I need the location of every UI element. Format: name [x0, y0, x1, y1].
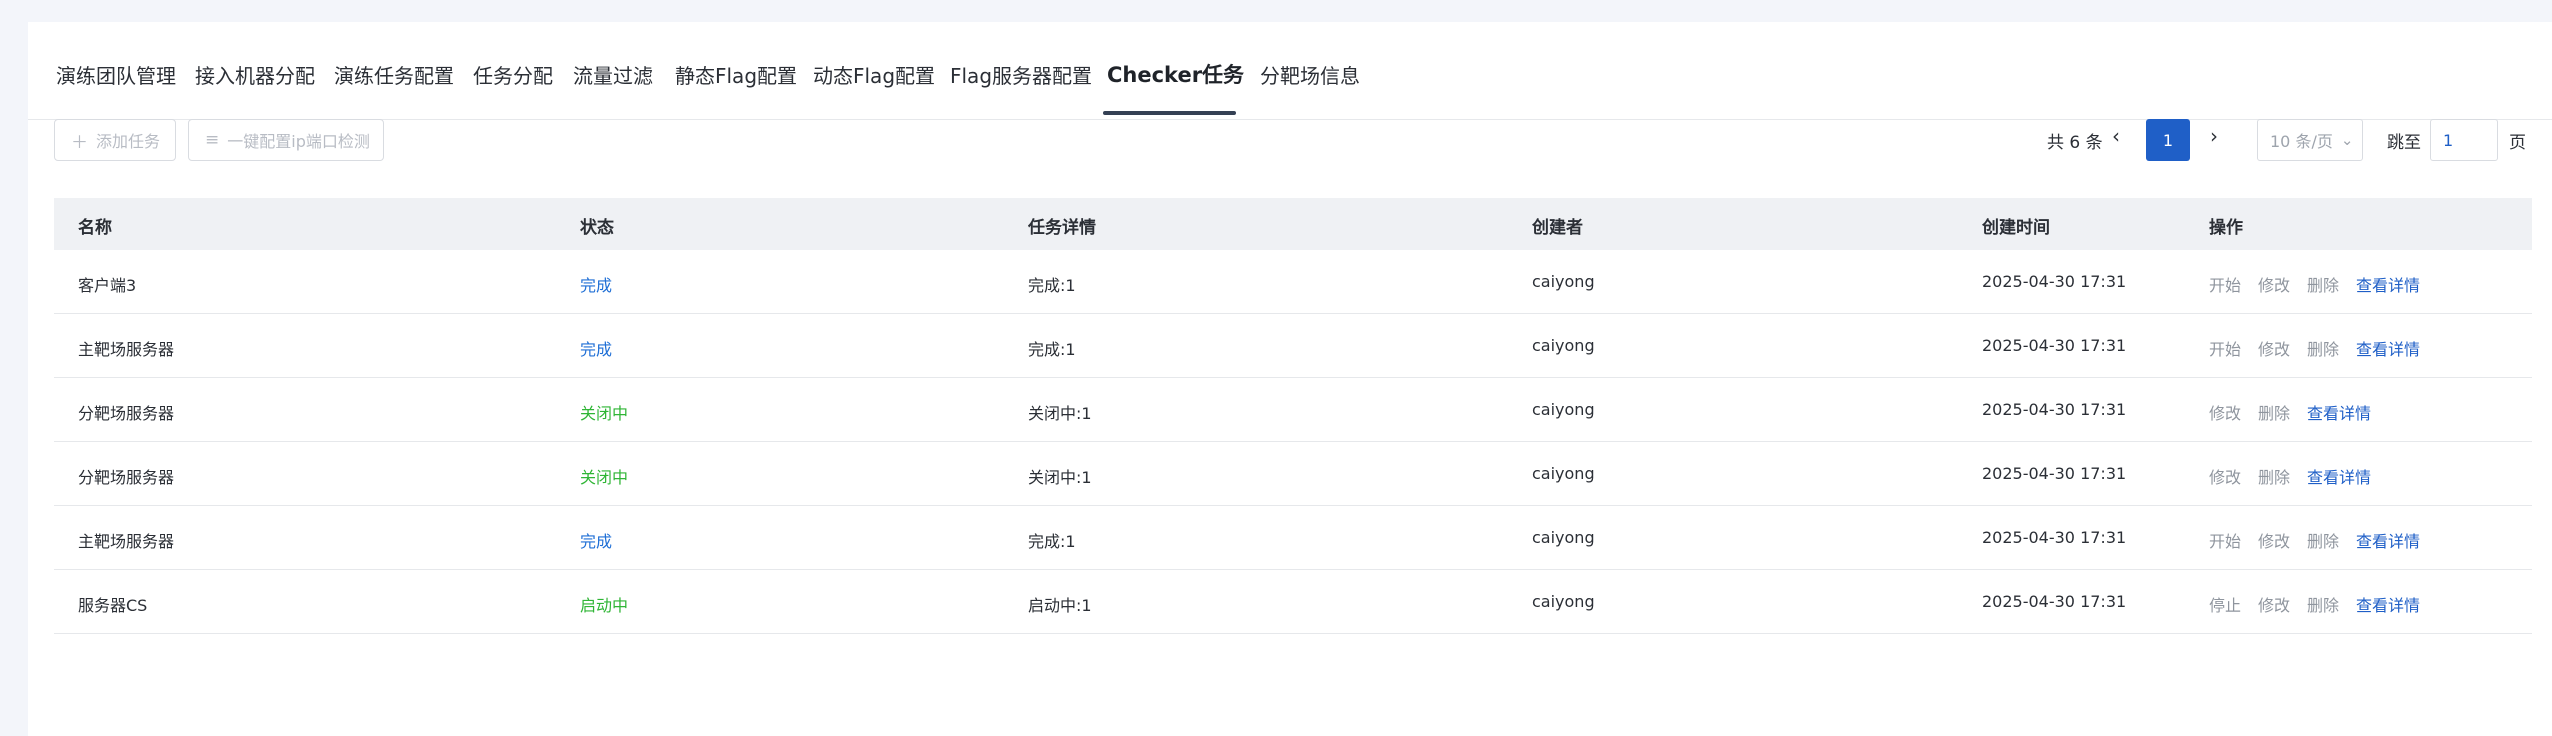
table-row: 分靶场服务器 关闭中 关闭中:1 caiyong 2025-04-30 17:3… [54, 442, 2532, 506]
page-suffix: 页 [2509, 133, 2526, 153]
row-name: 分靶场服务器 [78, 404, 175, 423]
jump-page-input[interactable] [2430, 119, 2498, 161]
header-creator: 创建者 [1532, 218, 1583, 238]
delete-button[interactable]: 删除 [2307, 592, 2339, 616]
tab-dynamic-flag[interactable]: 动态Flag配置 [813, 60, 935, 120]
status-badge: 关闭中 [580, 468, 629, 487]
stop-button[interactable]: 停止 [2209, 592, 2241, 616]
row-created-time: 2025-04-30 17:31 [1982, 400, 2127, 419]
row-created-time: 2025-04-30 17:31 [1982, 528, 2127, 547]
delete-button[interactable]: 删除 [2307, 528, 2339, 552]
tab-team-management[interactable]: 演练团队管理 [56, 60, 176, 120]
row-creator: caiyong [1532, 528, 1595, 547]
row-detail: 启动中:1 [1028, 596, 1092, 615]
tab-checker-task[interactable]: Checker任务 [1107, 59, 1244, 119]
page-number-1[interactable]: 1 [2146, 119, 2190, 161]
row-detail: 完成:1 [1028, 532, 1076, 551]
total-count: 共 6 条 [2047, 133, 2103, 153]
edit-button[interactable]: 修改 [2258, 272, 2290, 296]
status-badge: 完成 [580, 276, 613, 295]
tab-machine-allocation[interactable]: 接入机器分配 [195, 60, 315, 120]
delete-button[interactable]: 删除 [2258, 464, 2290, 488]
start-button[interactable]: 开始 [2209, 528, 2241, 552]
header-task-detail: 任务详情 [1028, 218, 1096, 238]
start-button[interactable]: 开始 [2209, 336, 2241, 360]
status-badge: 完成 [580, 532, 613, 551]
view-detail-link[interactable]: 查看详情 [2307, 400, 2371, 424]
row-created-time: 2025-04-30 17:31 [1982, 464, 2127, 483]
view-detail-link[interactable]: 查看详情 [2307, 464, 2371, 488]
tab-bar: 演练团队管理 接入机器分配 演练任务配置 任务分配 流量过滤 静态Flag配置 … [28, 22, 2552, 120]
row-detail: 关闭中:1 [1028, 404, 1092, 423]
table-header: 名称 状态 任务详情 创建者 创建时间 操作 [54, 198, 2532, 250]
header-name: 名称 [78, 218, 112, 238]
add-task-label: 添加任务 [96, 132, 161, 151]
row-name: 分靶场服务器 [78, 468, 175, 487]
chevron-down-icon: ⌄ [2340, 131, 2354, 149]
row-name: 客户端3 [78, 276, 137, 295]
row-creator: caiyong [1532, 400, 1595, 419]
table-row: 服务器CS 启动中 启动中:1 caiyong 2025-04-30 17:31… [54, 570, 2532, 634]
row-creator: caiyong [1532, 592, 1595, 611]
edit-button[interactable]: 修改 [2258, 528, 2290, 552]
config-port-check-label: 一键配置ip端口检测 [227, 132, 370, 151]
config-port-check-button[interactable]: ≡ 一键配置ip端口检测 [188, 119, 384, 161]
page-size-select[interactable]: 10 条/页 ⌄ [2257, 119, 2363, 161]
start-button[interactable]: 开始 [2209, 272, 2241, 296]
header-created-time: 创建时间 [1982, 218, 2050, 238]
jump-label: 跳至 [2387, 133, 2421, 153]
header-status: 状态 [580, 218, 614, 238]
table-row: 分靶场服务器 关闭中 关闭中:1 caiyong 2025-04-30 17:3… [54, 378, 2532, 442]
table-row: 客户端3 完成 完成:1 caiyong 2025-04-30 17:31 开始… [54, 250, 2532, 314]
edit-button[interactable]: 修改 [2258, 336, 2290, 360]
table-row: 主靶场服务器 完成 完成:1 caiyong 2025-04-30 17:31 … [54, 314, 2532, 378]
next-page-icon[interactable]: › [2210, 124, 2218, 148]
row-detail: 关闭中:1 [1028, 468, 1092, 487]
list-icon: ≡ [205, 130, 220, 150]
tab-static-flag[interactable]: 静态Flag配置 [675, 60, 797, 120]
tab-task-assignment[interactable]: 任务分配 [473, 60, 553, 120]
status-badge: 启动中 [580, 596, 629, 615]
view-detail-link[interactable]: 查看详情 [2356, 528, 2420, 552]
delete-button[interactable]: 删除 [2307, 272, 2339, 296]
edit-button[interactable]: 修改 [2209, 464, 2241, 488]
active-tab-indicator [1103, 111, 1236, 115]
view-detail-link[interactable]: 查看详情 [2356, 592, 2420, 616]
row-creator: caiyong [1532, 336, 1595, 355]
row-name: 主靶场服务器 [78, 340, 175, 359]
page-size-value: 10 条/页 [2270, 132, 2333, 151]
row-detail: 完成:1 [1028, 276, 1076, 295]
status-badge: 完成 [580, 340, 613, 359]
row-name: 服务器CS [78, 596, 148, 615]
delete-button[interactable]: 删除 [2258, 400, 2290, 424]
tab-traffic-filter[interactable]: 流量过滤 [573, 60, 653, 120]
edit-button[interactable]: 修改 [2209, 400, 2241, 424]
row-name: 主靶场服务器 [78, 532, 175, 551]
status-badge: 关闭中 [580, 404, 629, 423]
delete-button[interactable]: 删除 [2307, 336, 2339, 360]
row-created-time: 2025-04-30 17:31 [1982, 272, 2127, 291]
prev-page-icon[interactable]: ‹ [2112, 124, 2120, 148]
row-detail: 完成:1 [1028, 340, 1076, 359]
row-creator: caiyong [1532, 272, 1595, 291]
tab-flag-server[interactable]: Flag服务器配置 [950, 60, 1092, 120]
row-created-time: 2025-04-30 17:31 [1982, 336, 2127, 355]
view-detail-link[interactable]: 查看详情 [2356, 272, 2420, 296]
row-created-time: 2025-04-30 17:31 [1982, 592, 2127, 611]
tab-task-config[interactable]: 演练任务配置 [334, 60, 454, 120]
header-actions: 操作 [2209, 218, 2243, 238]
view-detail-link[interactable]: 查看详情 [2356, 336, 2420, 360]
plus-icon: ＋ [71, 132, 88, 153]
add-task-button[interactable]: ＋ 添加任务 [54, 119, 176, 161]
edit-button[interactable]: 修改 [2258, 592, 2290, 616]
table-row: 主靶场服务器 完成 完成:1 caiyong 2025-04-30 17:31 … [54, 506, 2532, 570]
row-creator: caiyong [1532, 464, 1595, 483]
tab-sub-range-info[interactable]: 分靶场信息 [1260, 60, 1360, 120]
